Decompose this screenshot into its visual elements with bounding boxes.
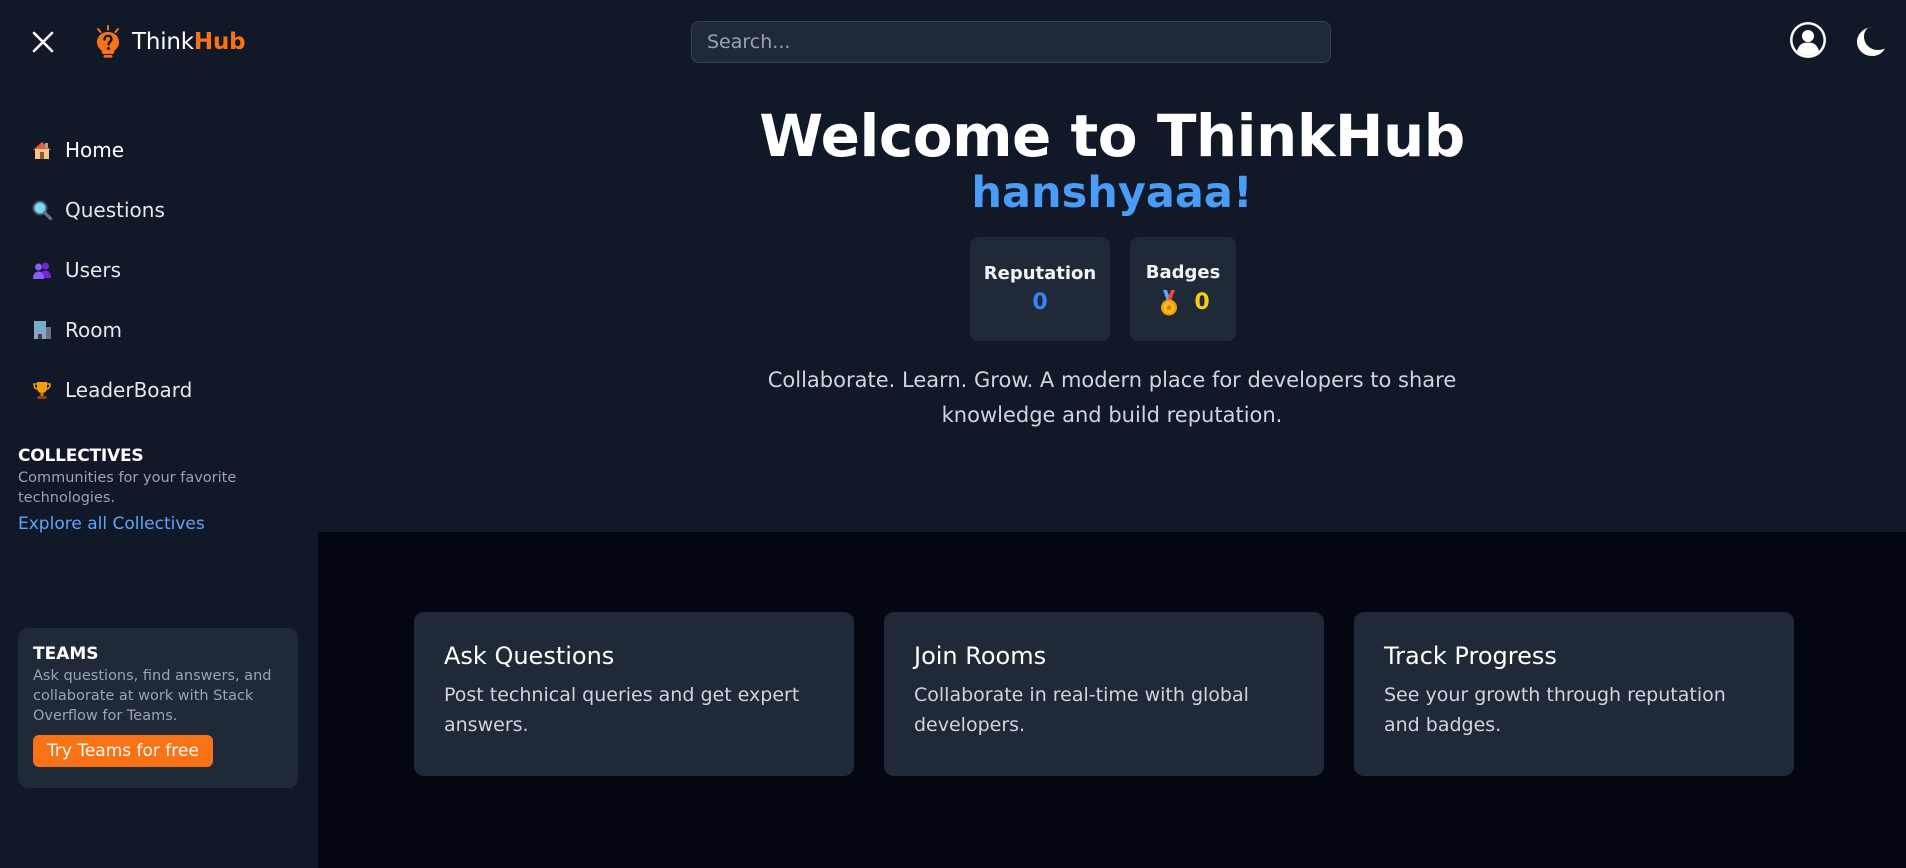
reputation-value: 0 (1032, 290, 1048, 315)
sidebar-item-label: Users (65, 258, 122, 282)
sidebar-item-label: Home (65, 138, 125, 162)
feature-title: Join Rooms (914, 642, 1047, 670)
sidebar-item-room[interactable]: Room (0, 300, 318, 360)
collectives-description: Communities for your favorite technologi… (18, 470, 237, 506)
sidebar-item-leaderboard[interactable]: LeaderBoard (0, 360, 318, 420)
feature-description: See your growth through reputation and b… (1384, 684, 1726, 736)
magnifier-icon (32, 200, 53, 221)
feature-title: Track Progress (1384, 642, 1557, 670)
feature-description: Post technical queries and get expert an… (444, 684, 800, 736)
user-stats: Reputation 0 Badges 0 (970, 237, 1236, 341)
reputation-card: Reputation 0 (970, 237, 1110, 341)
sidebar-item-label: Questions (65, 198, 165, 222)
user-circle-icon[interactable] (1788, 20, 1828, 60)
lightbulb-logo-icon (97, 25, 119, 58)
teams-description: Ask questions, find answers, and collabo… (33, 668, 272, 724)
collectives-section: COLLECTIVES Communities for your favorit… (18, 446, 298, 534)
badges-value: 0 (1194, 290, 1210, 315)
badges-label: Badges (1145, 261, 1221, 283)
sidebar-item-questions[interactable]: Questions (0, 180, 318, 240)
search-input[interactable] (691, 21, 1331, 63)
try-teams-button[interactable]: Try Teams for free (33, 735, 213, 767)
feature-description: Collaborate in real-time with global dev… (914, 684, 1249, 736)
badges-row: 0 (1156, 289, 1210, 317)
hero-description: Collaborate. Learn. Grow. A modern place… (767, 368, 1457, 427)
brand-name: ThinkHub (132, 29, 246, 55)
house-icon (33, 142, 51, 159)
feature-card-ask-questions: Ask Questions Post technical queries and… (414, 612, 854, 776)
teams-title: TEAMS (33, 644, 99, 664)
hero-section: Welcome to ThinkHub hanshyaaa! Reputatio… (318, 84, 1906, 532)
people-icon (33, 262, 51, 279)
app-root: ThinkHub Home (0, 0, 1906, 868)
username-heading: hanshyaaa! (971, 168, 1253, 218)
sidebar: Home Questions Users Room LeaderBoard CO… (0, 84, 318, 868)
sidebar-item-users[interactable]: Users (0, 240, 318, 300)
collectives-title: COLLECTIVES (18, 446, 144, 466)
badges-card: Badges 0 (1130, 237, 1236, 341)
moon-icon[interactable] (1853, 24, 1887, 58)
sidebar-item-home[interactable]: Home (0, 120, 318, 180)
brand-name-part2: Hub (193, 29, 246, 55)
welcome-title: Welcome to ThinkHub (759, 102, 1465, 170)
close-icon[interactable] (28, 27, 58, 57)
brand-name-part1: Think (132, 29, 194, 55)
features-section: Ask Questions Post technical queries and… (318, 532, 1906, 868)
office-building-icon (34, 321, 51, 339)
brand-logo[interactable]: ThinkHub (92, 24, 246, 60)
trophy-icon (33, 382, 51, 399)
feature-title: Ask Questions (444, 642, 615, 670)
feature-card-track-progress: Track Progress See your growth through r… (1354, 612, 1794, 776)
feature-card-join-rooms: Join Rooms Collaborate in real-time with… (884, 612, 1324, 776)
sidebar-nav: Home Questions Users Room LeaderBoard (0, 120, 318, 420)
reputation-label: Reputation (983, 263, 1097, 284)
sidebar-item-label: LeaderBoard (65, 378, 193, 402)
teams-card: TEAMS Ask questions, find answers, and c… (18, 628, 298, 788)
sidebar-item-label: Room (65, 318, 122, 342)
explore-collectives-link[interactable]: Explore all Collectives (18, 514, 205, 534)
medal-icon (1161, 289, 1178, 315)
top-bar: ThinkHub (0, 0, 1906, 84)
